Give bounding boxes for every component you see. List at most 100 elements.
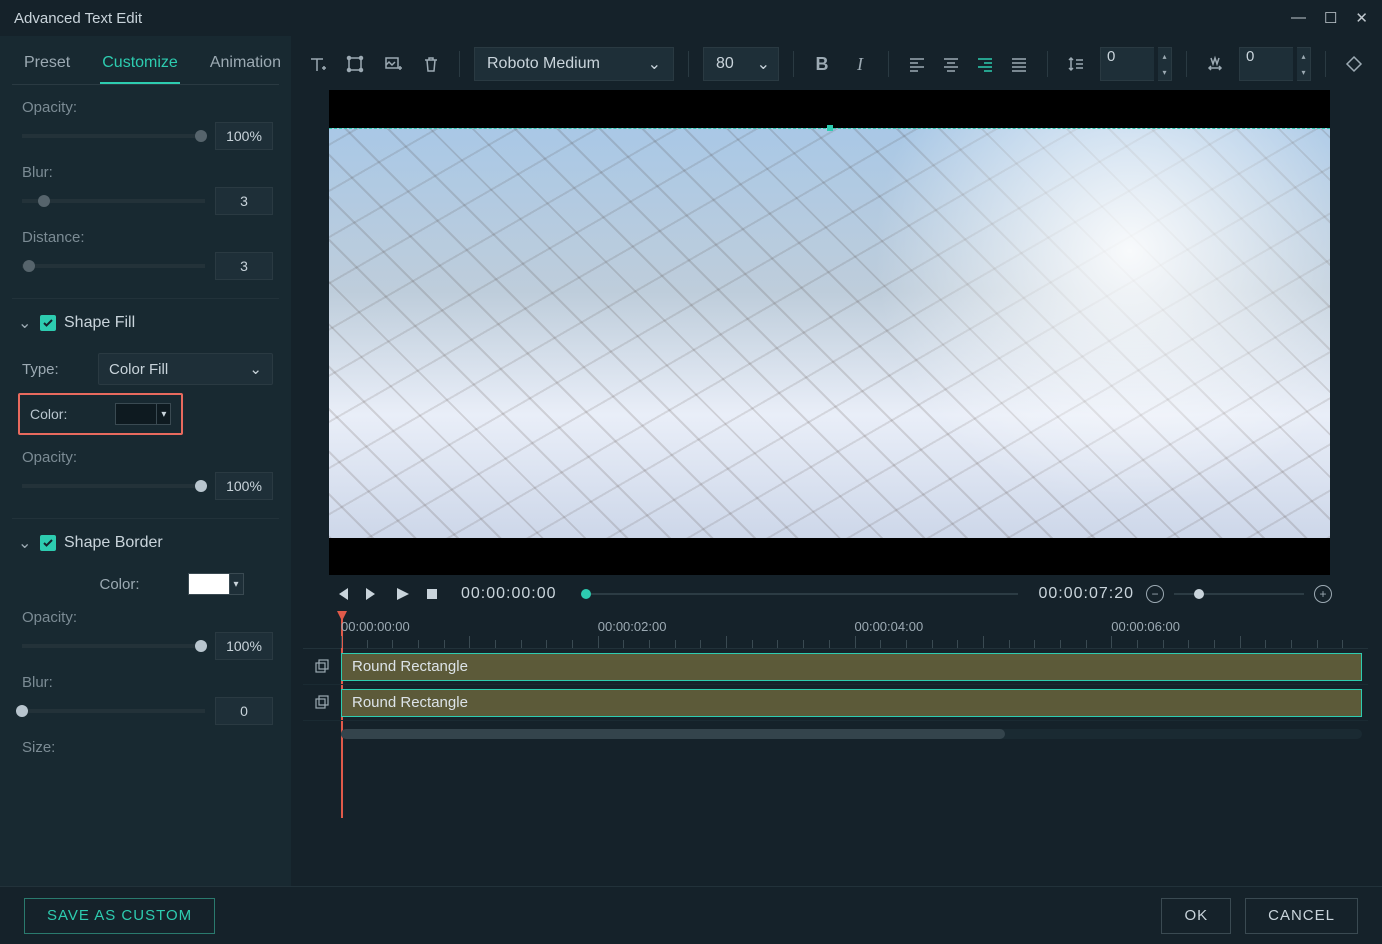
add-text-icon[interactable]: [303, 50, 331, 78]
save-as-custom-button[interactable]: SAVE AS CUSTOM: [24, 898, 215, 934]
type-value: Color Fill: [109, 361, 168, 378]
border-size-label: Size:: [22, 739, 273, 756]
blur-value[interactable]: 3: [215, 187, 273, 215]
add-image-icon[interactable]: [379, 50, 407, 78]
tab-preset[interactable]: Preset: [22, 48, 72, 84]
total-time: 00:00:07:20: [1038, 585, 1134, 603]
cancel-button[interactable]: CANCEL: [1245, 898, 1358, 934]
arrow-up-icon[interactable]: ▴: [1158, 48, 1171, 64]
italic-icon[interactable]: I: [846, 50, 874, 78]
caret-down-icon: ▾: [156, 404, 170, 424]
line-spacing-value: 0: [1100, 47, 1154, 81]
close-icon[interactable]: ✕: [1355, 9, 1368, 27]
opacity-slider[interactable]: [22, 134, 205, 138]
border-opacity-slider[interactable]: [22, 644, 205, 648]
type-select[interactable]: Color Fill ⌄: [98, 353, 273, 385]
ruler-label: 00:00:00:00: [341, 619, 410, 634]
minimize-icon[interactable]: —: [1291, 9, 1306, 27]
timeline: 00:00:00:00 00:00:02:00 00:00:04:00 00:0…: [303, 613, 1368, 753]
text-toolbar: Roboto Medium⌄ 80⌄ B I 0▴▾ 0▴▾: [299, 40, 1372, 88]
shape-fill-title: Shape Fill: [64, 314, 135, 332]
track-row: Round Rectangle: [303, 685, 1368, 721]
font-select[interactable]: Roboto Medium ⌄: [474, 47, 674, 81]
blur-label: Blur:: [22, 164, 273, 181]
distance-value[interactable]: 3: [215, 252, 273, 280]
horizontal-scrollbar[interactable]: [341, 729, 1362, 739]
timeline-clip[interactable]: Round Rectangle: [341, 689, 1362, 717]
panel-tabs: Preset Customize Animation: [12, 36, 279, 85]
bounding-box-icon[interactable]: [341, 50, 369, 78]
color-highlight-box: Color: ▾: [18, 393, 183, 435]
track-icon[interactable]: [303, 695, 341, 711]
left-panel: Preset Customize Animation Opacity: 100%…: [0, 36, 291, 886]
char-spacing-icon: [1201, 50, 1229, 78]
font-size-select[interactable]: 80 ⌄: [703, 47, 779, 81]
preview-canvas[interactable]: [329, 90, 1330, 575]
diamond-icon[interactable]: [1340, 50, 1368, 78]
section-shape-border[interactable]: ⌄ Shape Border: [18, 519, 273, 561]
next-button[interactable]: [363, 585, 381, 603]
tab-customize[interactable]: Customize: [100, 48, 180, 84]
blur-slider[interactable]: [22, 199, 205, 203]
zoom-out-button[interactable]: −: [1146, 585, 1164, 603]
arrow-down-icon[interactable]: ▾: [1158, 64, 1171, 80]
ruler-label: 00:00:04:00: [855, 619, 924, 634]
shape-border-checkbox[interactable]: [40, 535, 56, 551]
prev-button[interactable]: [333, 585, 351, 603]
char-spacing-input[interactable]: 0▴▾: [1239, 47, 1311, 81]
distance-label: Distance:: [22, 229, 273, 246]
section-shape-fill[interactable]: ⌄ Shape Fill: [18, 299, 273, 341]
align-right-icon[interactable]: [971, 50, 999, 78]
fill-color-label: Color:: [30, 406, 67, 422]
resize-handle[interactable]: [827, 125, 833, 131]
border-blur-slider[interactable]: [22, 709, 205, 713]
align-justify-icon[interactable]: [1005, 50, 1033, 78]
current-time: 00:00:00:00: [461, 585, 557, 603]
align-left-icon[interactable]: [903, 50, 931, 78]
arrow-down-icon[interactable]: ▾: [1297, 64, 1310, 80]
caret-down-icon: ▾: [229, 574, 243, 594]
bold-icon[interactable]: B: [808, 50, 836, 78]
playback-slider[interactable]: [581, 593, 1019, 595]
border-blur-label: Blur:: [22, 674, 273, 691]
play-button[interactable]: [393, 585, 411, 603]
line-spacing-icon: [1062, 50, 1090, 78]
stop-button[interactable]: [423, 585, 441, 603]
fill-opacity-value[interactable]: 100%: [215, 472, 273, 500]
ok-button[interactable]: OK: [1161, 898, 1231, 934]
line-spacing-input[interactable]: 0▴▾: [1100, 47, 1172, 81]
fill-opacity-slider[interactable]: [22, 484, 205, 488]
opacity-value[interactable]: 100%: [215, 122, 273, 150]
maximize-icon[interactable]: ☐: [1324, 9, 1337, 27]
fill-color-swatch[interactable]: ▾: [115, 403, 171, 425]
titlebar: Advanced Text Edit — ☐ ✕: [0, 0, 1382, 36]
window-title: Advanced Text Edit: [14, 10, 142, 27]
zoom-in-button[interactable]: +: [1314, 585, 1332, 603]
type-label: Type:: [22, 361, 86, 378]
border-opacity-value[interactable]: 100%: [215, 632, 273, 660]
chevron-down-icon: ⌄: [249, 360, 262, 378]
track-icon[interactable]: [303, 659, 341, 675]
chevron-down-icon: ⌄: [648, 54, 661, 74]
size-value: 80: [716, 55, 734, 73]
zoom-slider[interactable]: [1174, 593, 1304, 595]
right-panel: Roboto Medium⌄ 80⌄ B I 0▴▾ 0▴▾: [291, 36, 1382, 886]
arrow-up-icon[interactable]: ▴: [1297, 48, 1310, 64]
timeline-clip[interactable]: Round Rectangle: [341, 653, 1362, 681]
border-color-swatch[interactable]: ▾: [188, 573, 244, 595]
chevron-down-icon: ⌄: [18, 313, 32, 333]
distance-slider[interactable]: [22, 264, 205, 268]
ruler-label: 00:00:06:00: [1111, 619, 1180, 634]
align-center-icon[interactable]: [937, 50, 965, 78]
border-blur-value[interactable]: 0: [215, 697, 273, 725]
border-color-label: Color:: [99, 576, 139, 593]
chevron-down-icon: ⌄: [757, 54, 770, 74]
trash-icon[interactable]: [417, 50, 445, 78]
timeline-ruler[interactable]: 00:00:00:00 00:00:02:00 00:00:04:00 00:0…: [303, 613, 1368, 649]
tab-animation[interactable]: Animation: [208, 48, 283, 84]
fill-opacity-label: Opacity:: [22, 449, 273, 466]
shape-fill-checkbox[interactable]: [40, 315, 56, 331]
ruler-label: 00:00:02:00: [598, 619, 667, 634]
font-value: Roboto Medium: [487, 55, 600, 73]
border-opacity-label: Opacity:: [22, 609, 273, 626]
